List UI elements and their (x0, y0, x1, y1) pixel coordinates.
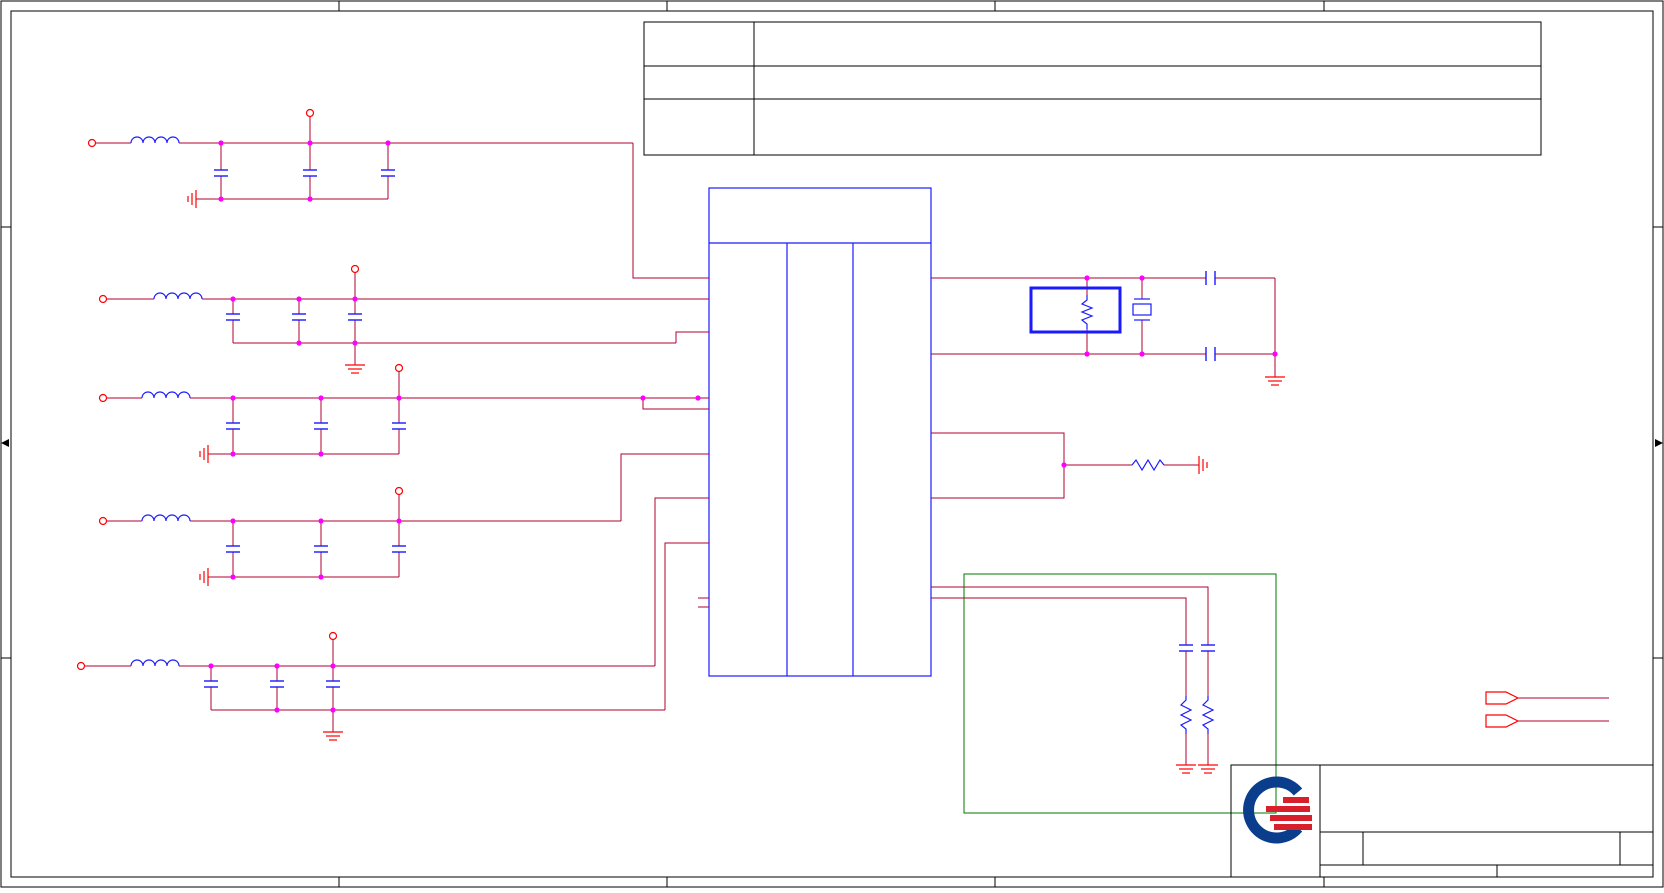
wires (85, 117, 1609, 765)
ground-icon (187, 190, 197, 208)
schematic-sheet (0, 0, 1664, 888)
resistors (1131, 458, 1215, 734)
sheet-frame (0, 0, 1664, 888)
ground-icon (199, 568, 209, 586)
power-terminals (76, 108, 404, 671)
ground-icon (1198, 764, 1218, 774)
crystal-block (1029, 286, 1152, 334)
ground-icon (345, 364, 365, 374)
notes-table (643, 21, 1542, 156)
junction-dots (208, 140, 1278, 713)
inductors (130, 136, 203, 667)
schematic-drawing (0, 0, 1664, 888)
ground-icon (1265, 376, 1285, 386)
ground-symbols (187, 190, 1285, 774)
main-ic (708, 187, 932, 677)
off-page-connectors (1485, 691, 1520, 728)
ground-icon (323, 731, 343, 741)
frame-center-arrows (1, 439, 1663, 447)
ground-icon (1198, 456, 1208, 474)
ground-icon (1176, 764, 1196, 774)
highlight-region (963, 573, 1277, 814)
ground-icon (199, 445, 209, 463)
company-logo-icon (1243, 776, 1312, 844)
